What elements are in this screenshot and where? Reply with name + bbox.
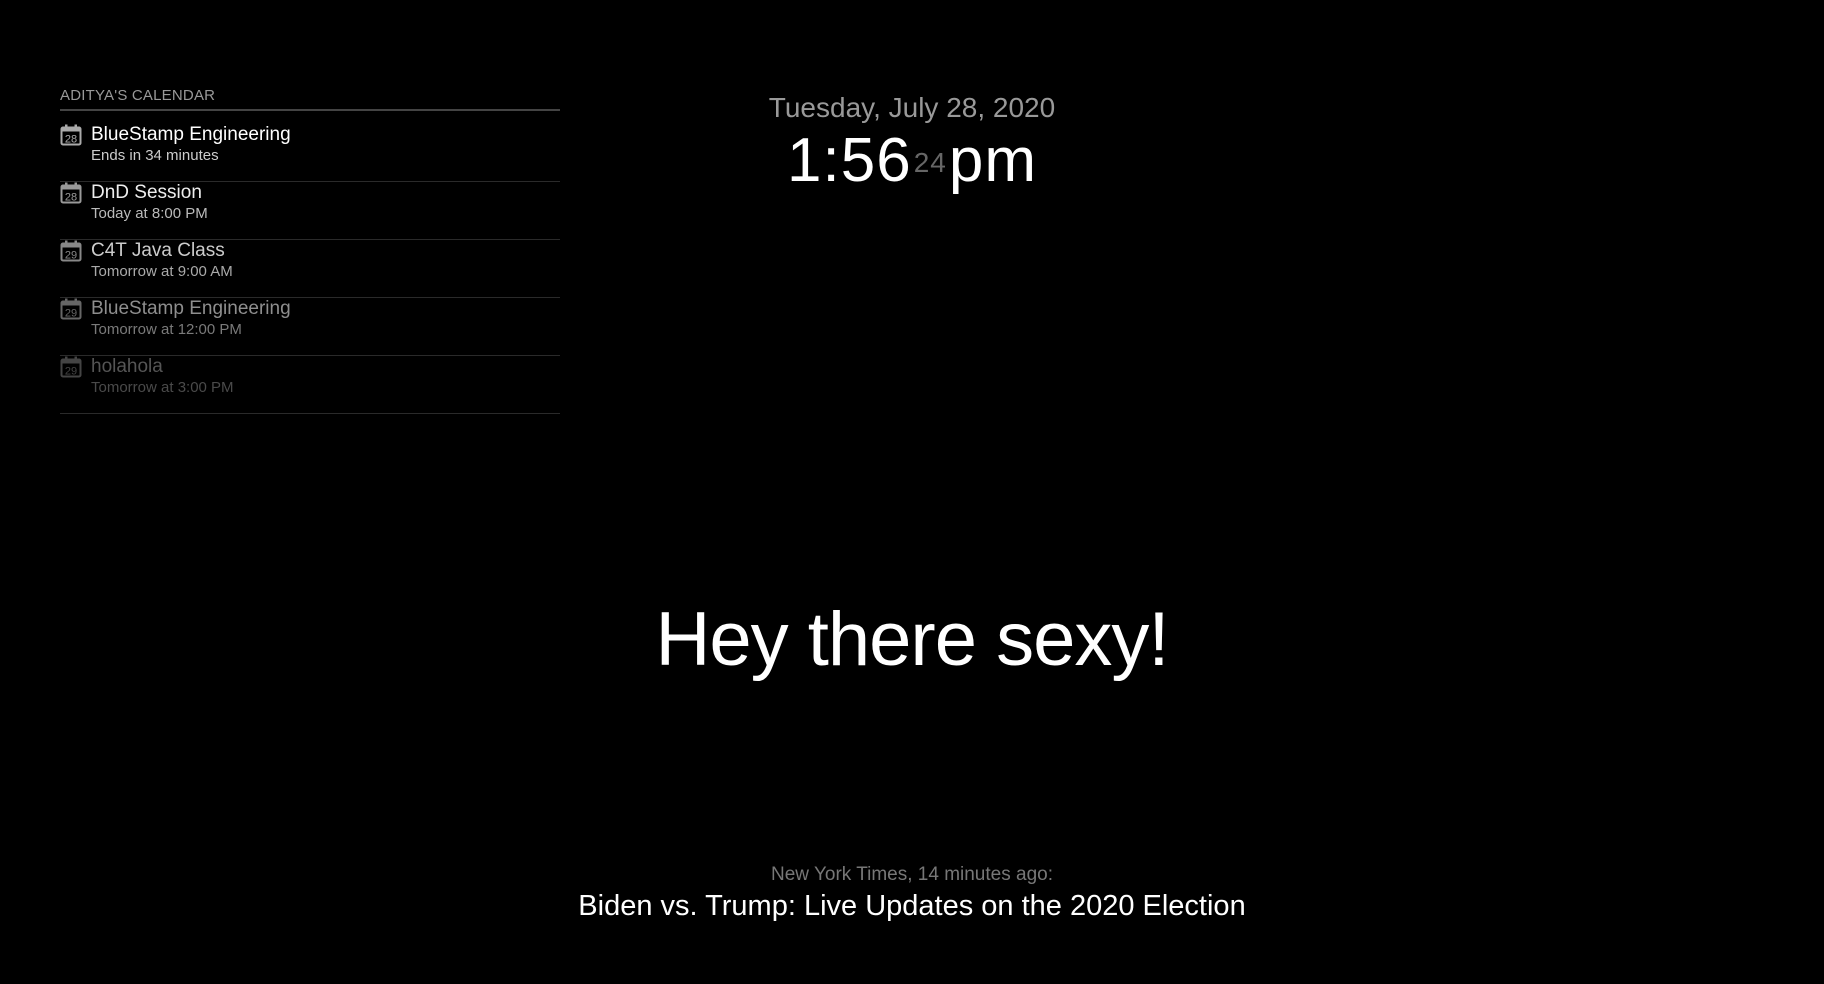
clock-module: Tuesday, July 28, 2020 1:5624pm	[700, 88, 1124, 194]
calendar-icon-day: 29	[65, 366, 77, 378]
clock-time: 1:5624pm	[700, 128, 1124, 194]
calendar-event-time: Tomorrow at 9:00 AM	[91, 263, 233, 280]
magic-mirror-screen: ADITYA'S CALENDAR 28 BlueStamp Engineerin…	[0, 0, 1824, 984]
calendar-event-text: BlueStamp Engineering Tomorrow at 12:00 P…	[91, 298, 291, 340]
clock-seconds: 24	[913, 147, 947, 178]
calendar-icon: 29	[60, 356, 82, 378]
calendar-icon: 29	[60, 298, 82, 320]
calendar-event-title: C4T Java Class	[91, 240, 225, 261]
compliment-text: Hey there sexy!	[655, 597, 1170, 682]
calendar-event: 28 DnD Session Today at 8:00 PM	[60, 182, 560, 240]
calendar-event-title: holahola	[91, 356, 163, 377]
clock-hours-minutes: 1:56	[787, 126, 912, 195]
calendar-event: 29 C4T Java Class Tomorrow at 9:00 AM	[60, 240, 560, 298]
calendar-event-time: Tomorrow at 12:00 PM	[91, 321, 242, 338]
calendar-event-title: BlueStamp Engineering	[91, 298, 291, 319]
calendar-icon: 29	[60, 240, 82, 262]
calendar-event: 29 BlueStamp Engineering Tomorrow at 12:00…	[60, 298, 560, 356]
news-module: New York Times, 14 minutes ago: Biden vs…	[0, 862, 1824, 924]
calendar-header: ADITYA'S CALENDAR	[60, 87, 560, 111]
calendar-event-text: C4T Java Class Tomorrow at 9:00 AM	[91, 240, 233, 282]
calendar-event-time: Ends in 34 minutes	[91, 147, 219, 164]
calendar-icon-day: 28	[65, 192, 77, 204]
clock-period: pm	[948, 126, 1037, 195]
calendar-event-text: DnD Session Today at 8:00 PM	[91, 182, 208, 224]
calendar-event-text: BlueStamp Engineering Ends in 34 minutes	[91, 124, 291, 166]
news-headline: Biden vs. Trump: Live Updates on the 202…	[578, 890, 1246, 922]
calendar-event-title: DnD Session	[91, 182, 202, 203]
calendar-event: 28 BlueStamp Engineering Ends in 34 minute…	[60, 124, 560, 182]
calendar-module: ADITYA'S CALENDAR 28 BlueStamp Engineerin…	[60, 87, 560, 414]
calendar-event: 29 holahola Tomorrow at 3:00 PM	[60, 356, 560, 414]
clock-date: Tuesday, July 28, 2020	[768, 92, 1056, 123]
calendar-event-time: Today at 8:00 PM	[91, 205, 208, 222]
calendar-event-title: BlueStamp Engineering	[91, 124, 291, 145]
calendar-icon-day: 29	[65, 250, 77, 262]
news-source: New York Times, 14 minutes ago:	[771, 864, 1053, 885]
calendar-icon-day: 29	[65, 308, 77, 320]
calendar-icon-day: 28	[65, 134, 77, 146]
calendar-event-time: Tomorrow at 3:00 PM	[91, 379, 234, 396]
calendar-event-text: holahola Tomorrow at 3:00 PM	[91, 356, 234, 398]
calendar-icon: 28	[60, 182, 82, 204]
calendar-icon: 28	[60, 124, 82, 146]
calendar-event-list: 28 BlueStamp Engineering Ends in 34 minute…	[60, 124, 560, 414]
